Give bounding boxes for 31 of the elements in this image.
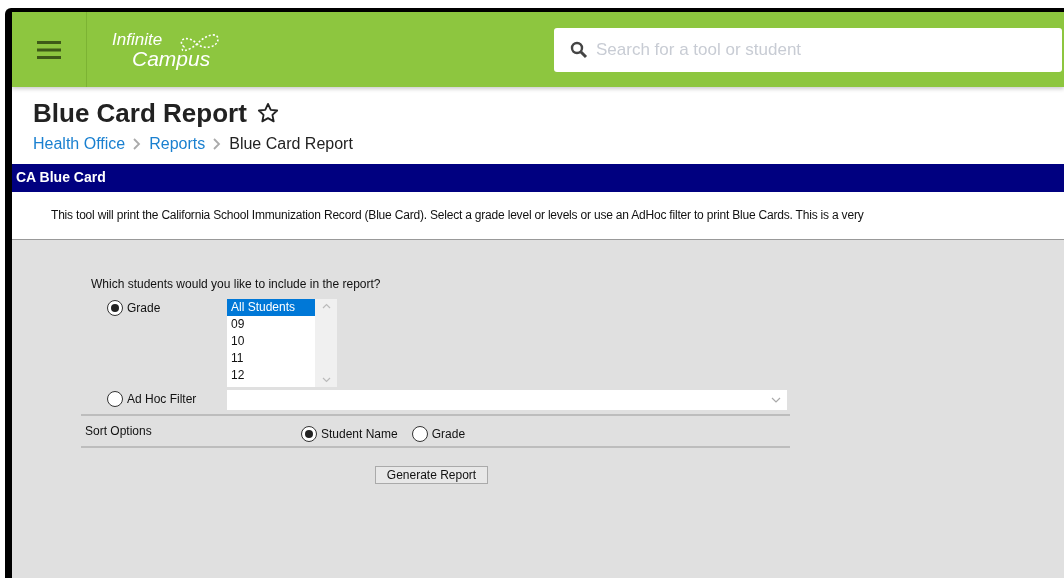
radio-button[interactable]	[301, 425, 317, 442]
menu-icon[interactable]	[37, 39, 61, 60]
radio-label: Grade	[431, 425, 466, 443]
chevron-icon	[133, 137, 142, 150]
star-icon[interactable]	[256, 102, 279, 125]
grade-list[interactable]: All Students 09 10 11 12	[227, 298, 337, 387]
search-icon	[570, 40, 588, 59]
list-option[interactable]: 10	[227, 332, 315, 350]
radio-label: Student Name	[321, 425, 398, 443]
list-option[interactable]: 12	[227, 366, 315, 384]
breadcrumb-current: Blue Card Report	[229, 133, 353, 154]
breadcrumb-link[interactable]: Health Office	[33, 131, 126, 156]
question-text: Which students would you like to include in the report?	[91, 276, 381, 291]
radio-button[interactable]	[107, 390, 123, 407]
sort-options-label: Sort Options	[85, 422, 153, 440]
generate-report-button[interactable]: Generate Report	[374, 465, 489, 484]
radio-label: Ad Hoc Filter	[127, 390, 197, 408]
dropdown-caret-icon	[771, 396, 781, 403]
logo-text: Campus	[132, 47, 211, 69]
radio-label: Grade	[127, 299, 161, 317]
list-option[interactable]: 11	[227, 349, 315, 367]
section-header: CA Blue Card	[12, 163, 1064, 192]
breadcrumb-link[interactable]: Reports	[149, 131, 206, 156]
radio-button[interactable]	[411, 425, 428, 442]
page-title: Blue Card Report	[33, 97, 247, 130]
list-option[interactable]: 09	[227, 315, 315, 333]
radio-button[interactable]	[107, 299, 123, 316]
list-option[interactable]: All Students	[227, 298, 315, 316]
logo-text: Infinite	[112, 30, 164, 48]
chevron-icon	[213, 137, 222, 150]
description-text: This tool will print the California School Immunization Record (Blue Card). Select a grade level or levels or use an AdHoc filter to print Blue Cards. This is a very	[51, 207, 864, 224]
